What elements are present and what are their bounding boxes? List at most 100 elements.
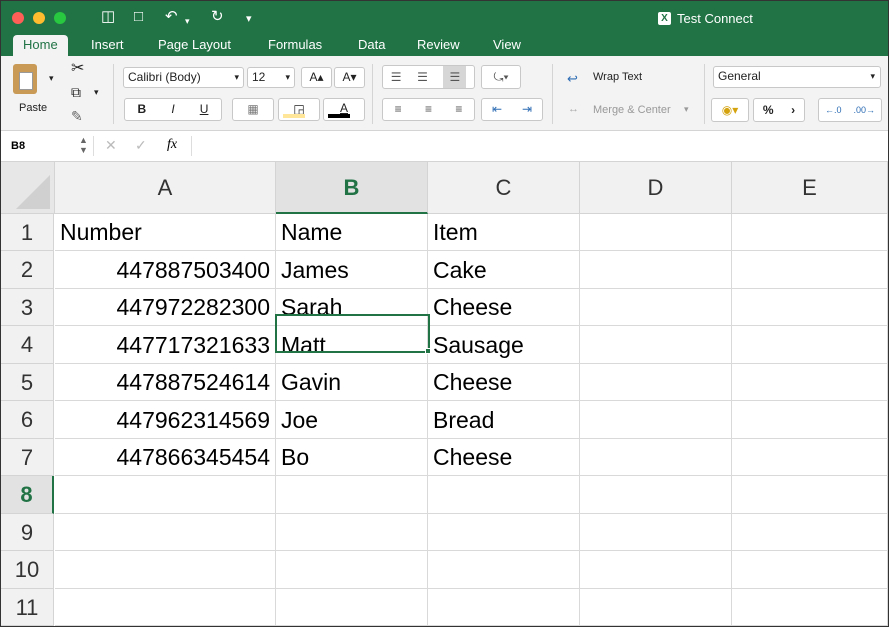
bold-button[interactable]: B xyxy=(138,99,147,120)
check-icon[interactable]: ✓ xyxy=(135,137,147,154)
cell-c7[interactable]: Cheese xyxy=(428,439,580,476)
align-middle-icon[interactable]: ☰ xyxy=(417,66,428,88)
cell-a10[interactable] xyxy=(55,551,276,589)
cell-a7[interactable]: 447866345454 xyxy=(55,439,276,476)
cell-a1[interactable]: Number xyxy=(55,214,276,251)
align-bottom-icon[interactable]: ☰ xyxy=(443,66,467,88)
cell-a6[interactable]: 447962314569 xyxy=(55,401,276,439)
cell-e4[interactable] xyxy=(732,326,888,364)
cell-b11[interactable] xyxy=(276,589,428,626)
cell-a9[interactable] xyxy=(55,514,276,551)
tab-insert[interactable]: Insert xyxy=(91,35,124,56)
align-center-icon[interactable]: ≡ xyxy=(425,99,432,120)
cell-c11[interactable] xyxy=(428,589,580,626)
zoom-window-icon[interactable] xyxy=(54,12,66,24)
font-size-select[interactable]: 12 ▾ xyxy=(247,67,295,88)
cell-e3[interactable] xyxy=(732,289,888,326)
tab-review[interactable]: Review xyxy=(417,35,460,56)
align-left-icon[interactable]: ≡ xyxy=(395,99,402,120)
paste-dropdown-icon[interactable]: ▾ xyxy=(49,73,54,84)
cell-b9[interactable] xyxy=(276,514,428,551)
select-all-corner[interactable] xyxy=(1,162,55,214)
row-header[interactable]: 6 xyxy=(1,401,54,439)
tab-data[interactable]: Data xyxy=(358,35,385,56)
currency-format-button[interactable]: ◉▾ xyxy=(711,98,749,122)
cell-c4[interactable]: Sausage xyxy=(428,326,580,364)
paste-icon[interactable] xyxy=(13,64,37,94)
cell-d7[interactable] xyxy=(580,439,732,476)
wrap-text-icon[interactable]: ↩ xyxy=(567,71,578,87)
increase-indent-icon[interactable]: ⇥ xyxy=(522,99,532,120)
align-right-icon[interactable]: ≡ xyxy=(455,99,462,120)
cell-e1[interactable] xyxy=(732,214,888,251)
column-header-a[interactable]: A xyxy=(55,162,276,214)
cell-c5[interactable]: Cheese xyxy=(428,364,580,401)
paste-label[interactable]: Paste xyxy=(19,102,47,114)
cell-a2[interactable]: 447887503400 xyxy=(55,251,276,289)
number-format-select[interactable]: General ▾ xyxy=(713,66,881,88)
redo-icon[interactable]: ↻ xyxy=(211,9,224,25)
column-header-c[interactable]: C xyxy=(428,162,580,214)
cell-d3[interactable] xyxy=(580,289,732,326)
cell-d11[interactable] xyxy=(580,589,732,626)
column-header-e[interactable]: E xyxy=(732,162,888,214)
cell-d10[interactable] xyxy=(580,551,732,589)
copy-dropdown-icon[interactable]: ▾ xyxy=(94,87,99,98)
increase-decimal-icon[interactable]: ←.0 xyxy=(825,99,842,121)
cell-e11[interactable] xyxy=(732,589,888,626)
cell-c9[interactable] xyxy=(428,514,580,551)
cell-c3[interactable]: Cheese xyxy=(428,289,580,326)
fill-handle[interactable] xyxy=(425,348,431,354)
row-header[interactable]: 3 xyxy=(1,289,54,326)
sidebar-toggle-icon[interactable]: ◫ xyxy=(101,9,115,25)
row-header[interactable]: 2 xyxy=(1,251,54,289)
cut-icon[interactable]: ✂ xyxy=(71,58,84,78)
save-icon[interactable]: □ xyxy=(134,9,143,25)
align-top-icon[interactable]: ☰ xyxy=(391,66,402,88)
function-icon[interactable]: fx xyxy=(167,137,177,153)
row-header[interactable]: 9 xyxy=(1,514,54,551)
cell-e7[interactable] xyxy=(732,439,888,476)
cell-b5[interactable]: Gavin xyxy=(276,364,428,401)
customize-toolbar-icon[interactable]: ▾ xyxy=(246,11,252,27)
font-color-button[interactable]: A xyxy=(323,98,365,121)
undo-icon[interactable]: ↶ xyxy=(165,9,178,25)
cell-b8[interactable] xyxy=(276,476,428,514)
italic-button[interactable]: I xyxy=(171,99,174,120)
cell-d6[interactable] xyxy=(580,401,732,439)
cell-d4[interactable] xyxy=(580,326,732,364)
cell-e5[interactable] xyxy=(732,364,888,401)
cell-b2[interactable]: James xyxy=(276,251,428,289)
font-name-select[interactable]: Calibri (Body) ▾ xyxy=(123,67,244,88)
row-header[interactable]: 11 xyxy=(1,589,54,626)
orientation-button[interactable]: ⤿▾ xyxy=(481,65,521,89)
cell-a4[interactable]: 447717321633 xyxy=(55,326,276,364)
row-header[interactable]: 4 xyxy=(1,326,54,364)
cell-d2[interactable] xyxy=(580,251,732,289)
cell-c2[interactable]: Cake xyxy=(428,251,580,289)
undo-dropdown-icon[interactable]: ▾ xyxy=(185,13,190,29)
cell-b6[interactable]: Joe xyxy=(276,401,428,439)
decrease-decimal-icon[interactable]: .00→ xyxy=(853,99,875,121)
name-box-stepper-icon[interactable]: ▲ ▼ xyxy=(79,135,88,155)
decrease-indent-icon[interactable]: ⇤ xyxy=(492,99,502,120)
decrease-font-button[interactable]: A▾ xyxy=(334,67,365,88)
cell-e9[interactable] xyxy=(732,514,888,551)
cell-a8[interactable] xyxy=(55,476,276,514)
percent-button[interactable]: % xyxy=(763,99,774,121)
cancel-icon[interactable]: ✕ xyxy=(105,137,117,154)
cell-e10[interactable] xyxy=(732,551,888,589)
cell-d5[interactable] xyxy=(580,364,732,401)
cell-e6[interactable] xyxy=(732,401,888,439)
close-window-icon[interactable] xyxy=(12,12,24,24)
cell-c8[interactable] xyxy=(428,476,580,514)
format-painter-icon[interactable]: ✎ xyxy=(71,108,83,125)
row-header[interactable]: 5 xyxy=(1,364,54,401)
cell-c1[interactable]: Item xyxy=(428,214,580,251)
tab-home[interactable]: Home xyxy=(13,35,68,56)
cell-b10[interactable] xyxy=(276,551,428,589)
cell-a5[interactable]: 447887524614 xyxy=(55,364,276,401)
comma-style-button[interactable]: › xyxy=(791,99,795,121)
cell-b7[interactable]: Bo xyxy=(276,439,428,476)
row-header-selected[interactable]: 8 xyxy=(1,476,54,514)
